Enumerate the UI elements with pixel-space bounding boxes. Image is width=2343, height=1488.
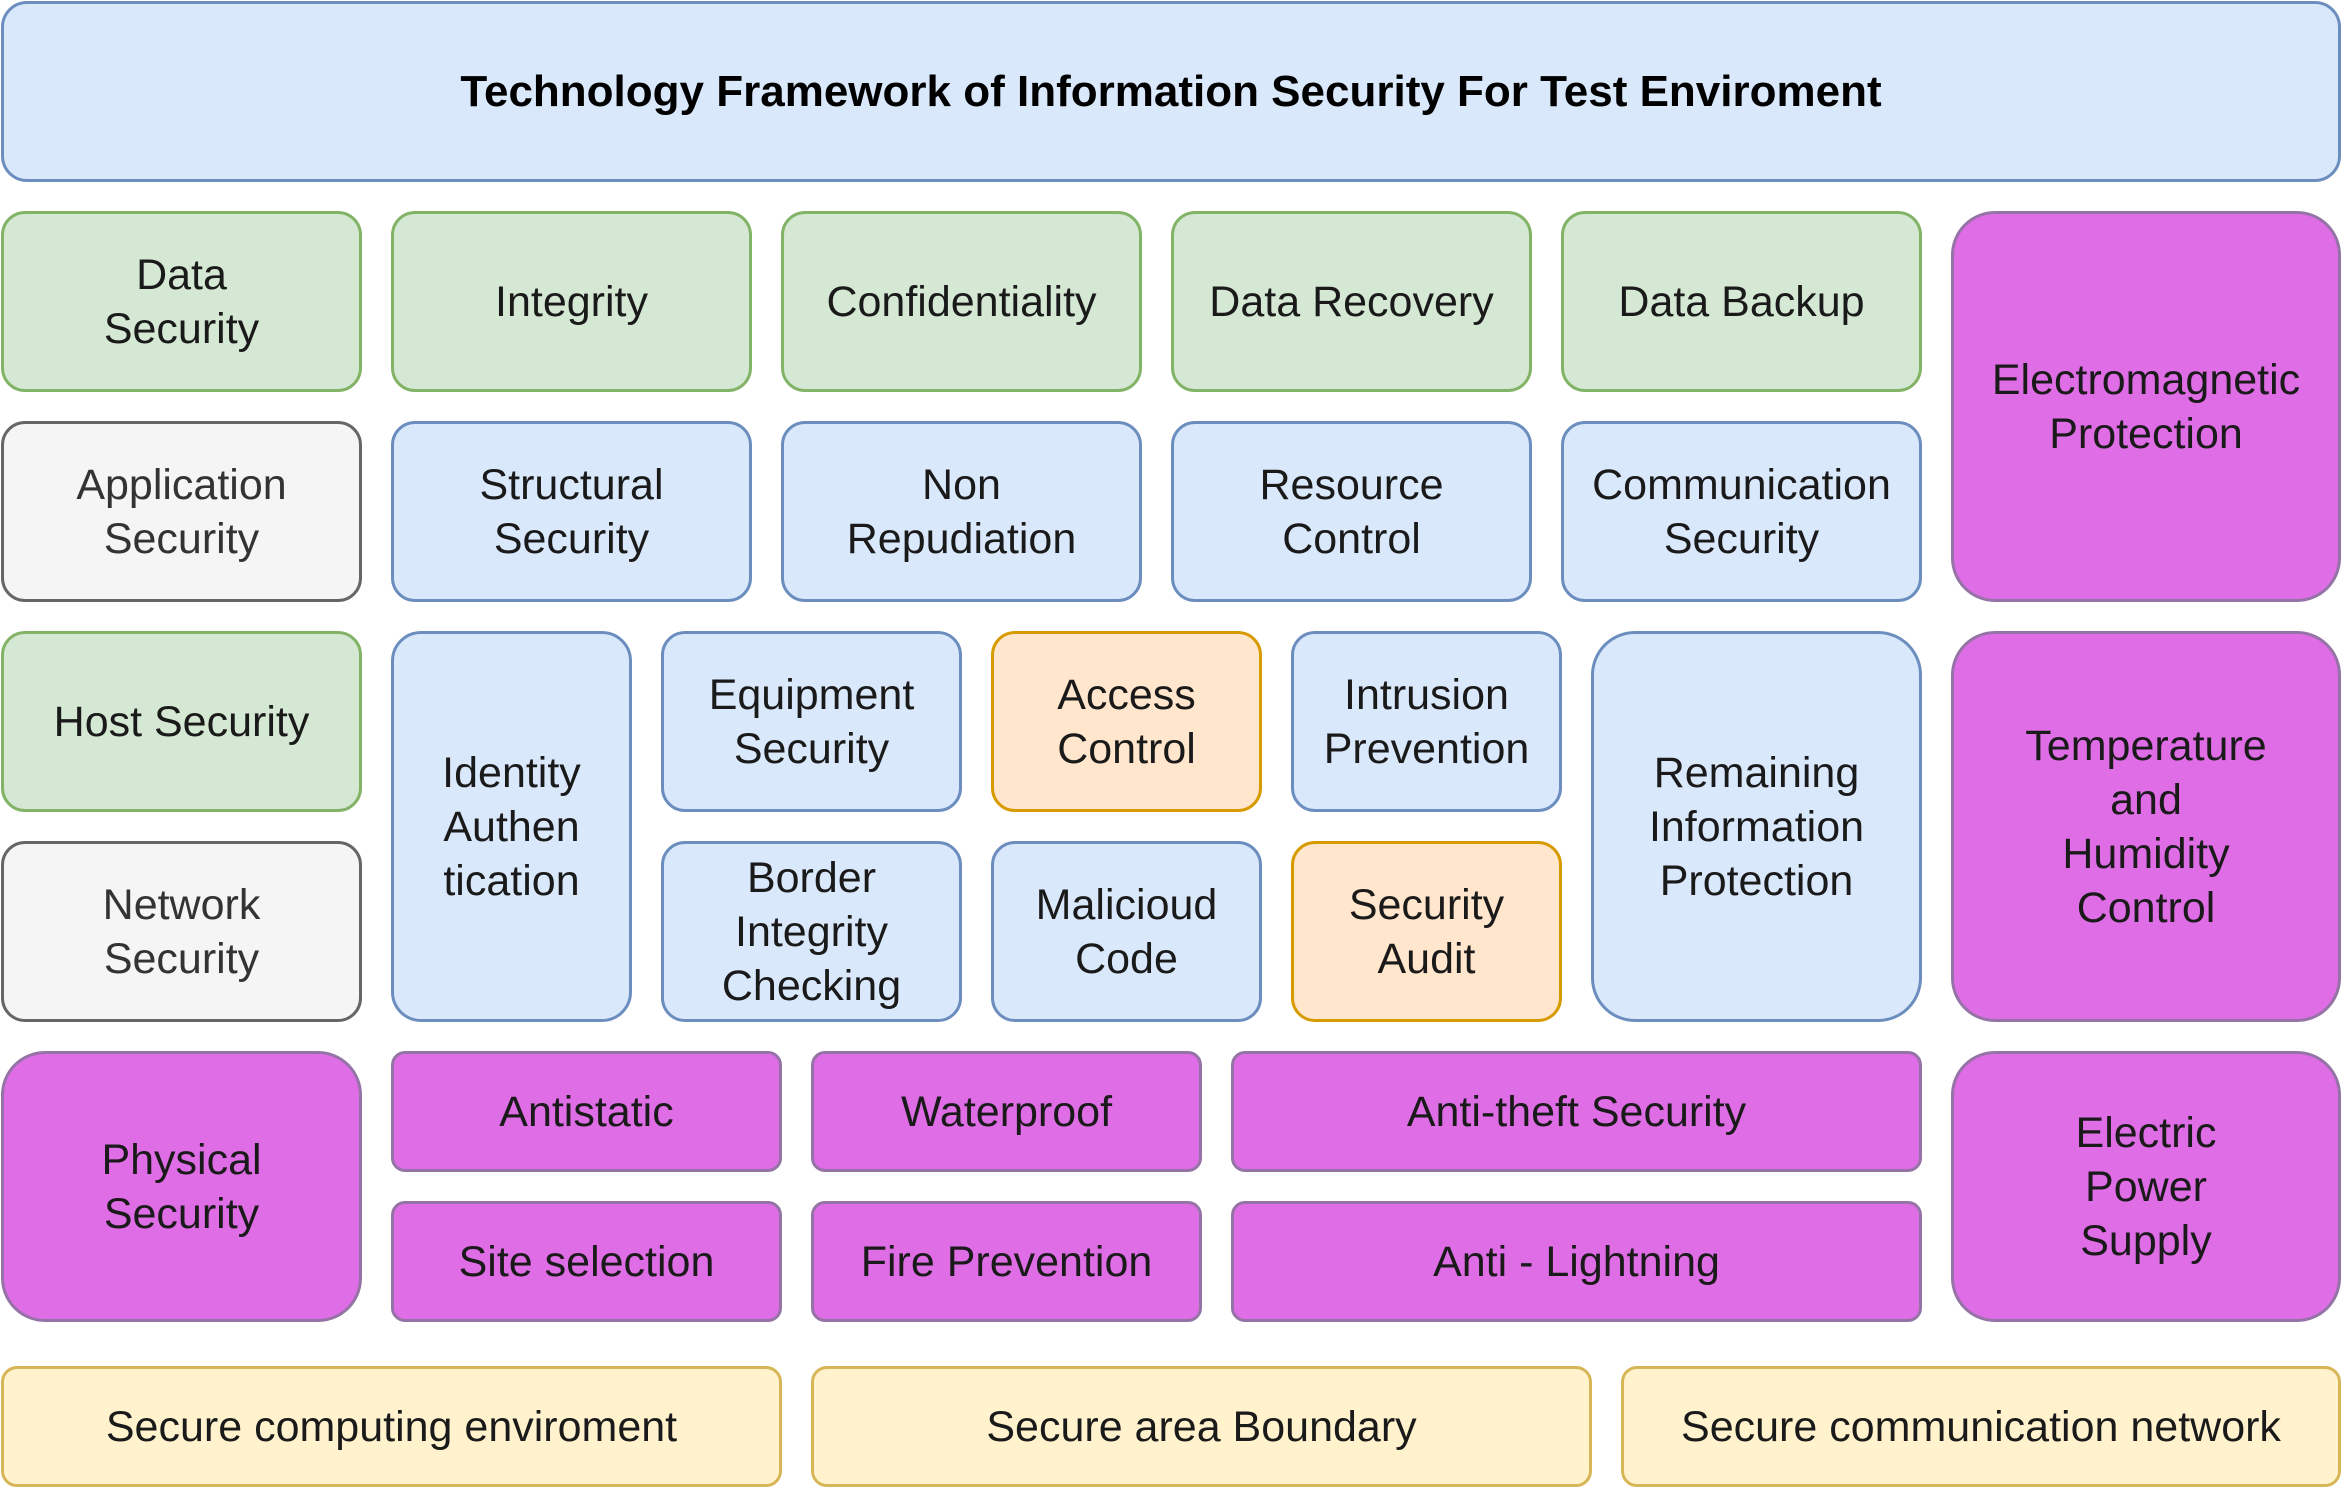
- communication-security-box: Communication Security: [1561, 421, 1922, 602]
- waterproof-box: Waterproof: [811, 1051, 1202, 1172]
- physical-security-box: Physical Security: [1, 1051, 362, 1322]
- host-security-box: Host Security: [1, 631, 362, 812]
- intrusion-prevention-box: Intrusion Prevention: [1291, 631, 1562, 812]
- site-selection-box: Site selection: [391, 1201, 782, 1322]
- electric-power-supply-box: Electric Power Supply: [1951, 1051, 2341, 1322]
- confidentiality-box: Confidentiality: [781, 211, 1142, 392]
- network-security-box: Network Security: [1, 841, 362, 1022]
- equipment-security-box: Equipment Security: [661, 631, 962, 812]
- fire-prevention-box: Fire Prevention: [811, 1201, 1202, 1322]
- non-repudiation-box: Non Repudiation: [781, 421, 1142, 602]
- application-security-box: Application Security: [1, 421, 362, 602]
- temperature-humidity-control-box: Temperature and Humidity Control: [1951, 631, 2341, 1022]
- border-integrity-checking-box: Border Integrity Checking: [661, 841, 962, 1022]
- integrity-box: Integrity: [391, 211, 752, 392]
- secure-computing-environment-box: Secure computing enviroment: [1, 1366, 782, 1487]
- diagram-title: Technology Framework of Information Secu…: [1, 1, 2341, 182]
- access-control-box: Access Control: [991, 631, 1262, 812]
- data-backup-box: Data Backup: [1561, 211, 1922, 392]
- malicious-code-box: Malicioud Code: [991, 841, 1262, 1022]
- remaining-information-protection-box: Remaining Information Protection: [1591, 631, 1922, 1022]
- anti-lightning-box: Anti - Lightning: [1231, 1201, 1922, 1322]
- antistatic-box: Antistatic: [391, 1051, 782, 1172]
- identity-authentication-box: Identity Authen tication: [391, 631, 632, 1022]
- security-audit-box: Security Audit: [1291, 841, 1562, 1022]
- structural-security-box: Structural Security: [391, 421, 752, 602]
- electromagnetic-protection-box: Electromagnetic Protection: [1951, 211, 2341, 602]
- resource-control-box: Resource Control: [1171, 421, 1532, 602]
- data-recovery-box: Data Recovery: [1171, 211, 1532, 392]
- secure-communication-network-box: Secure communication network: [1621, 1366, 2341, 1487]
- secure-area-boundary-box: Secure area Boundary: [811, 1366, 1592, 1487]
- anti-theft-security-box: Anti-theft Security: [1231, 1051, 1922, 1172]
- data-security-box: Data Security: [1, 211, 362, 392]
